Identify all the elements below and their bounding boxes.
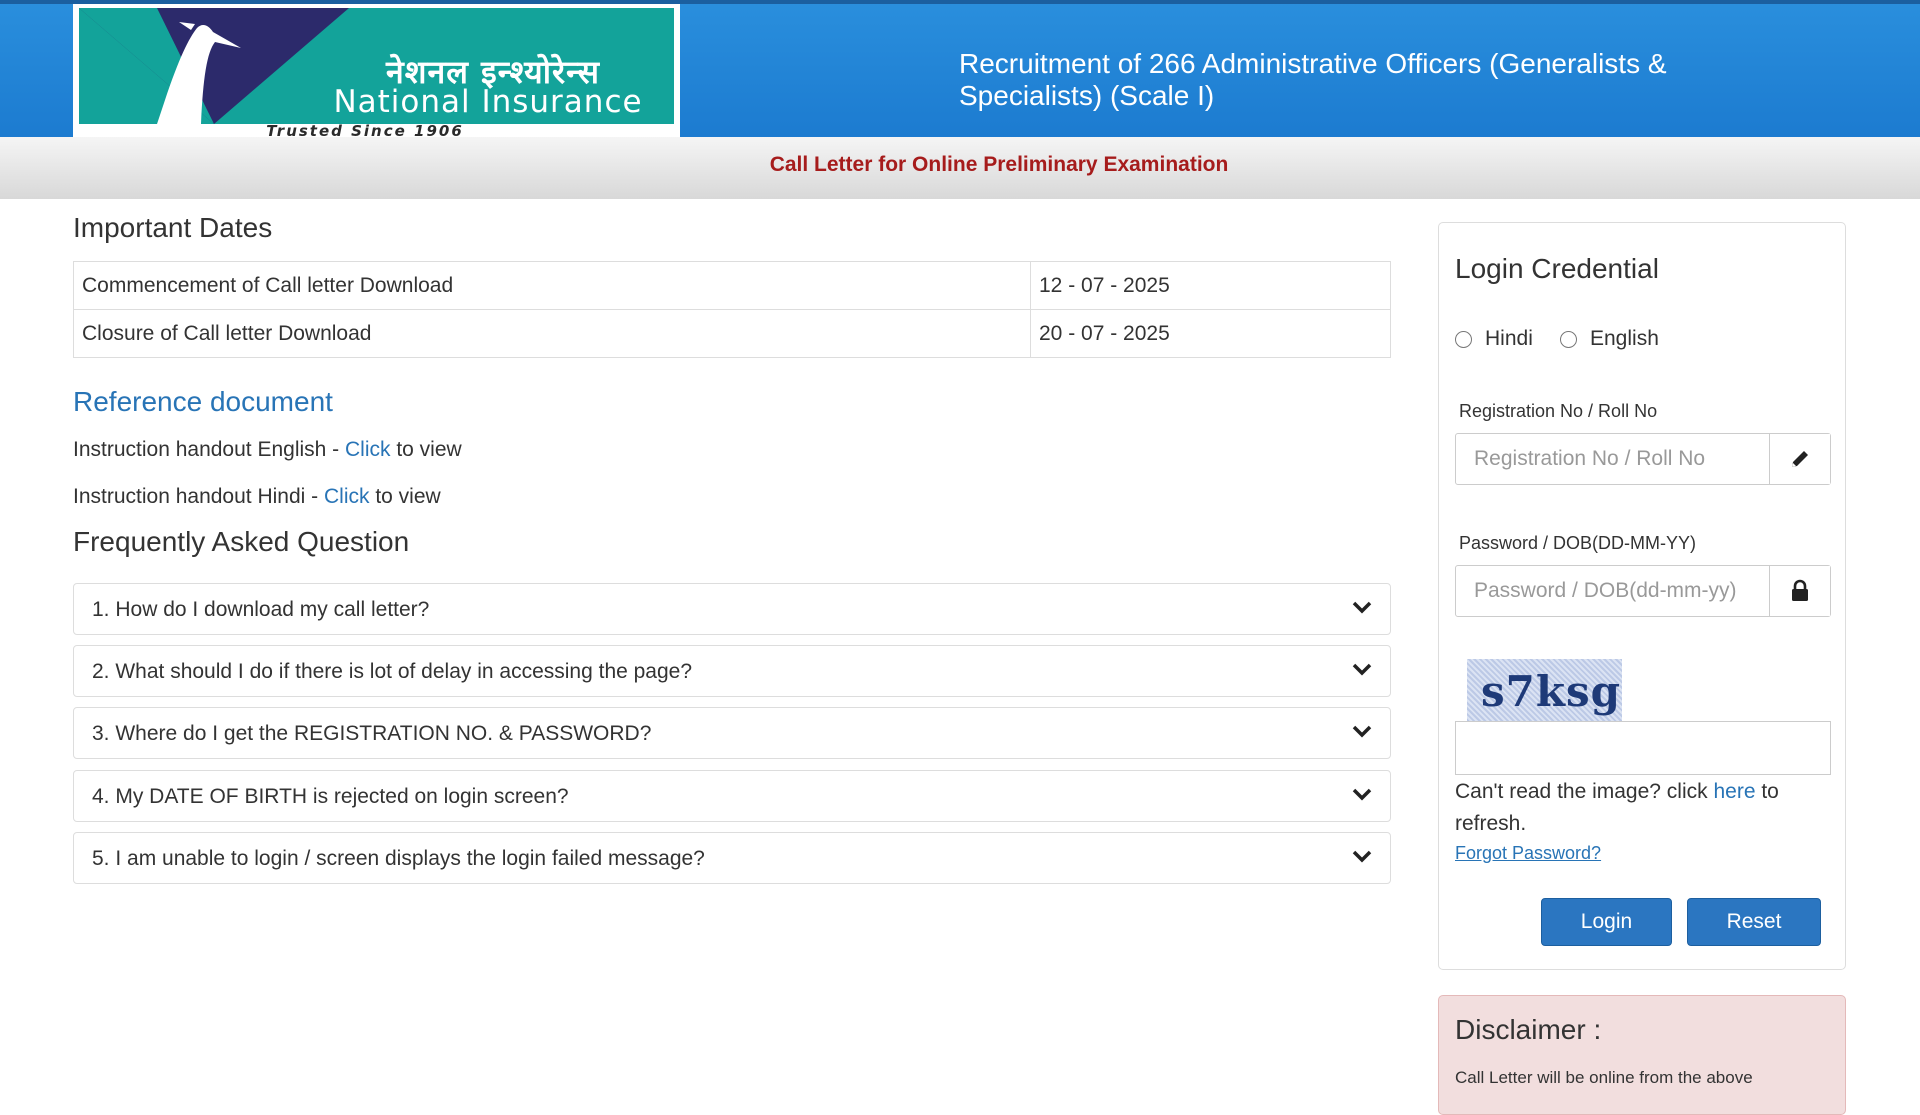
faq-question: 5. I am unable to login / screen display… [92, 847, 705, 870]
page-header: नेशनल इन्श्योरेन्स National Insurance Tr… [0, 0, 1920, 140]
table-row: Commencement of Call letter Download 12 … [73, 261, 1391, 310]
chevron-down-icon [1352, 725, 1372, 738]
language-radio-english[interactable]: English [1560, 327, 1659, 351]
chevron-down-icon [1352, 601, 1372, 614]
instruction-hindi-label: Instruction handout Hindi - [73, 485, 324, 508]
table-row: Closure of Call letter Download 20 - 07 … [73, 309, 1391, 358]
faq-item-5[interactable]: 5. I am unable to login / screen display… [73, 832, 1391, 884]
pencil-addon [1769, 434, 1830, 484]
reference-document-heading: Reference document [73, 386, 333, 417]
pencil-icon [1792, 451, 1808, 467]
instruction-english-link[interactable]: Click [345, 438, 391, 461]
date-label: Commencement of Call letter Download [73, 261, 1031, 310]
instruction-hindi-link[interactable]: Click [324, 485, 370, 508]
faq-item-3[interactable]: 3. Where do I get the REGISTRATION NO. &… [73, 707, 1391, 759]
faq-question: 1. How do I download my call letter? [92, 598, 430, 621]
registration-label: Registration No / Roll No [1459, 401, 1658, 421]
password-field [1455, 565, 1831, 617]
login-button[interactable]: Login [1541, 898, 1672, 946]
faq-item-1[interactable]: 1. How do I download my call letter? [73, 583, 1391, 635]
date-value: 12 - 07 - 2025 [1030, 261, 1391, 310]
instruction-english-label: Instruction handout English - [73, 438, 345, 461]
lock-addon [1769, 566, 1830, 616]
logo-english-text: National Insurance [333, 84, 643, 120]
chevron-down-icon [1352, 850, 1372, 863]
radio-button[interactable] [1455, 330, 1472, 348]
radio-label: English [1590, 327, 1659, 350]
disclaimer-heading: Disclaimer : [1455, 1014, 1602, 1045]
lock-icon [1792, 579, 1808, 601]
page-title: Recruitment of 266 Administrative Office… [959, 48, 1667, 111]
faq-question: 2. What should I do if there is lot of d… [92, 660, 693, 683]
date-value: 20 - 07 - 2025 [1030, 309, 1391, 358]
instruction-english-line: Instruction handout English - Click to v… [73, 438, 462, 462]
reset-button[interactable]: Reset [1687, 898, 1821, 946]
instruction-hindi-line: Instruction handout Hindi - Click to vie… [73, 485, 441, 509]
captcha-text: s7ksg [1481, 667, 1621, 716]
password-label: Password / DOB(DD-MM-YY) [1459, 533, 1697, 553]
captcha-refresh-link[interactable]: here [1713, 780, 1755, 803]
disclaimer-text: Call Letter will be online from the abov… [1455, 1068, 1753, 1087]
important-dates-heading: Important Dates [73, 212, 273, 243]
language-radio-hindi[interactable]: Hindi [1455, 327, 1533, 351]
faq-question: 3. Where do I get the REGISTRATION NO. &… [92, 722, 652, 745]
forgot-password-link[interactable]: Forgot Password? [1455, 843, 1601, 864]
login-heading: Login Credential [1455, 253, 1659, 284]
refresh-prefix: Can't read the image? click [1455, 780, 1714, 803]
important-dates-table: Commencement of Call letter Download 12 … [73, 261, 1391, 358]
captcha-input[interactable] [1455, 721, 1831, 775]
captcha-image: s7ksg [1467, 659, 1622, 721]
radio-button[interactable] [1560, 330, 1577, 348]
instruction-hindi-suffix: to view [369, 485, 441, 508]
password-input[interactable] [1456, 566, 1769, 616]
faq-question: 4. My DATE OF BIRTH is rejected on login… [92, 785, 569, 808]
registration-field [1455, 433, 1831, 485]
subtitle-bar: Call Letter for Online Preliminary Exami… [0, 137, 1920, 199]
radio-label: Hindi [1485, 327, 1533, 350]
chevron-down-icon [1352, 663, 1372, 676]
faq-heading: Frequently Asked Question [73, 526, 410, 557]
instruction-english-suffix: to view [390, 438, 462, 461]
registration-input[interactable] [1456, 434, 1769, 484]
faq-item-4[interactable]: 4. My DATE OF BIRTH is rejected on login… [73, 770, 1391, 822]
chevron-down-icon [1352, 788, 1372, 801]
faq-item-2[interactable]: 2. What should I do if there is lot of d… [73, 645, 1391, 697]
date-label: Closure of Call letter Download [73, 309, 1031, 358]
disclaimer-box: Disclaimer : Call Letter will be online … [1438, 995, 1846, 1115]
captcha-refresh-text: Can't read the image? click here to refr… [1455, 776, 1835, 840]
national-insurance-logo[interactable]: नेशनल इन्श्योरेन्स National Insurance Tr… [73, 4, 680, 140]
subtitle-text: Call Letter for Online Preliminary Exami… [769, 153, 1229, 176]
login-panel: Login Credential Hindi English Registrat… [1438, 222, 1846, 970]
